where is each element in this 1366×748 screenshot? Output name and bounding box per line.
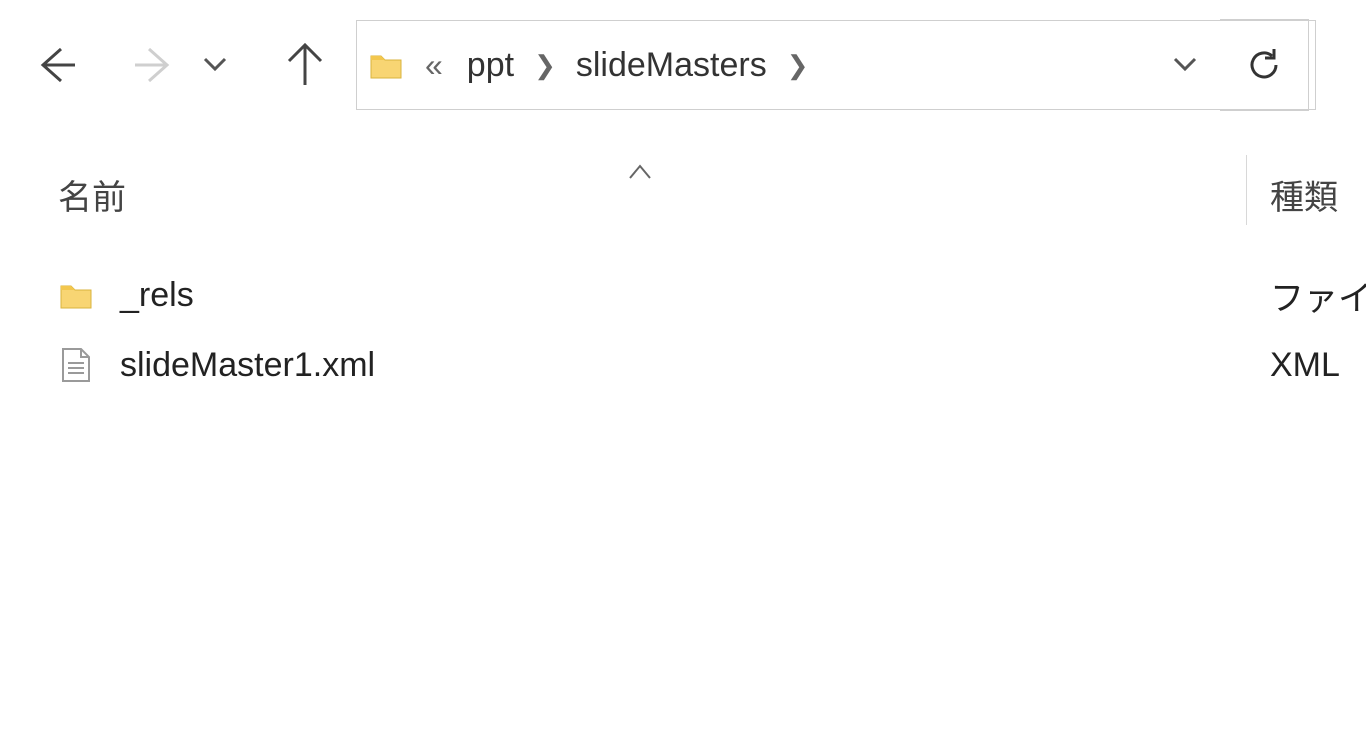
column-header-type[interactable]: 種類: [1270, 170, 1338, 219]
address-history-button[interactable]: [1150, 51, 1220, 79]
file-type: XML: [1270, 346, 1340, 385]
arrow-left-icon: [31, 41, 79, 89]
column-header-name[interactable]: 名前: [58, 170, 126, 219]
column-divider[interactable]: [1246, 155, 1247, 225]
address-bar[interactable]: « ppt ❯ slideMasters ❯: [356, 20, 1316, 110]
nav-recent-button[interactable]: [195, 40, 235, 90]
nav-forward-button[interactable]: [120, 30, 190, 100]
chevron-down-icon: [1171, 51, 1199, 79]
folder-icon: [56, 280, 96, 310]
chevron-up-icon: [626, 158, 654, 186]
chevron-right-icon[interactable]: ❯: [520, 50, 570, 81]
refresh-button[interactable]: [1220, 19, 1309, 111]
sort-indicator: [620, 152, 660, 192]
file-type: ファイル: [1270, 271, 1366, 320]
arrow-right-icon: [131, 41, 179, 89]
refresh-icon: [1244, 45, 1284, 85]
chevron-down-icon: [201, 51, 229, 79]
list-item[interactable]: slideMaster1.xml XML: [0, 330, 1366, 400]
arrow-up-icon: [281, 41, 329, 89]
xml-file-icon: [56, 347, 96, 383]
file-list: _rels ファイル slideMaster1.xml XML: [0, 260, 1366, 400]
breadcrumb-item-0[interactable]: ppt: [461, 42, 520, 89]
chevron-right-icon[interactable]: ❯: [773, 50, 823, 81]
breadcrumb: « ppt ❯ slideMasters ❯: [407, 42, 1150, 89]
nav-up-button[interactable]: [270, 30, 340, 100]
list-item[interactable]: _rels ファイル: [0, 260, 1366, 330]
nav-back-button[interactable]: [20, 30, 90, 100]
toolbar: « ppt ❯ slideMasters ❯: [0, 0, 1366, 130]
file-name: slideMaster1.xml: [120, 346, 375, 385]
file-name: _rels: [120, 276, 194, 315]
breadcrumb-overflow[interactable]: «: [407, 47, 461, 84]
column-header-row: 名前 種類: [0, 170, 1366, 230]
breadcrumb-item-1[interactable]: slideMasters: [570, 42, 773, 89]
folder-icon: [369, 50, 403, 80]
